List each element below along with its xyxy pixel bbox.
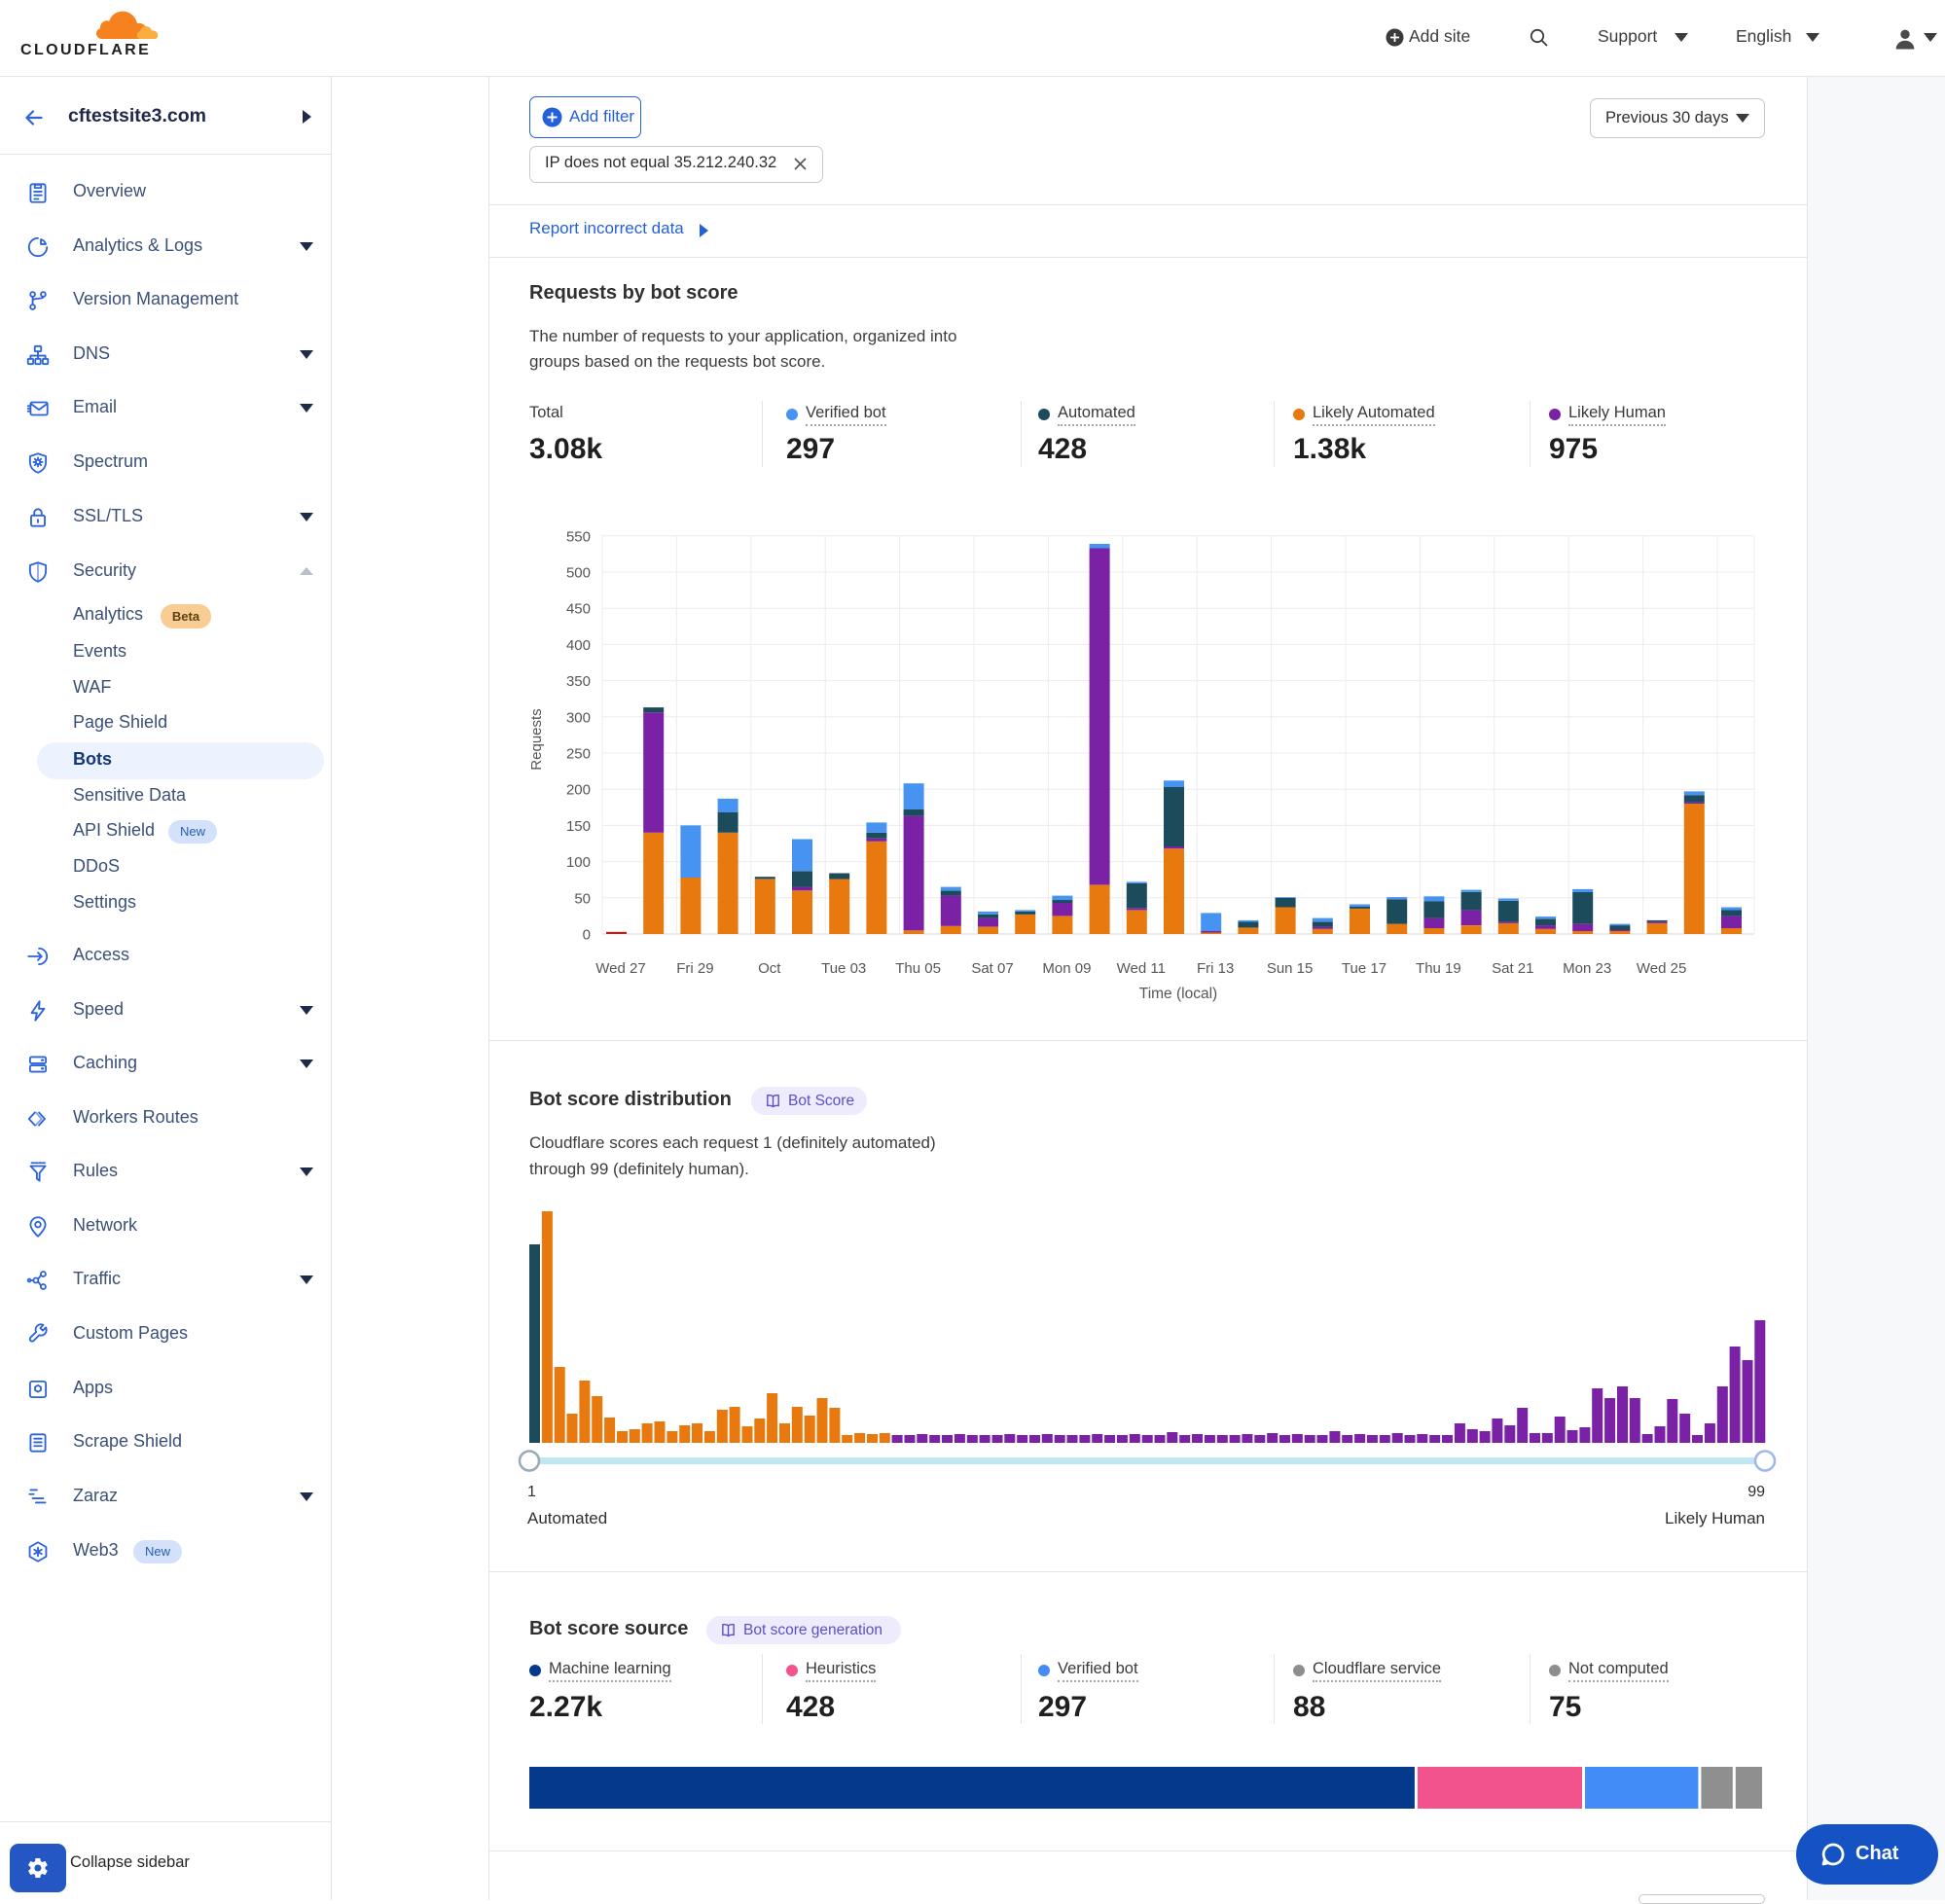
svg-text:200: 200 bbox=[566, 782, 591, 799]
svg-text:Thu 05: Thu 05 bbox=[895, 960, 941, 977]
svg-text:450: 450 bbox=[566, 601, 591, 618]
svg-text:400: 400 bbox=[566, 637, 591, 654]
svg-text:0: 0 bbox=[583, 927, 591, 944]
svg-text:1: 1 bbox=[527, 1484, 536, 1500]
svg-text:500: 500 bbox=[566, 565, 591, 582]
svg-text:Thu 19: Thu 19 bbox=[1416, 960, 1461, 977]
svg-text:100: 100 bbox=[566, 854, 591, 871]
svg-text:Fri 29: Fri 29 bbox=[676, 960, 713, 977]
svg-text:300: 300 bbox=[566, 709, 591, 726]
svg-text:Time (local): Time (local) bbox=[1139, 986, 1217, 1002]
svg-text:Fri 13: Fri 13 bbox=[1197, 960, 1234, 977]
svg-text:Wed 11: Wed 11 bbox=[1117, 960, 1166, 977]
svg-text:Likely Human: Likely Human bbox=[1665, 1509, 1765, 1527]
svg-text:Mon 09: Mon 09 bbox=[1042, 960, 1091, 977]
svg-text:Tue 03: Tue 03 bbox=[821, 960, 866, 977]
svg-text:99: 99 bbox=[1747, 1484, 1765, 1500]
svg-text:Oct: Oct bbox=[758, 960, 781, 977]
svg-text:150: 150 bbox=[566, 818, 591, 835]
svg-text:Sat 07: Sat 07 bbox=[971, 960, 1013, 977]
svg-text:Wed 27: Wed 27 bbox=[595, 960, 645, 977]
svg-text:Requests: Requests bbox=[528, 708, 545, 770]
svg-text:550: 550 bbox=[566, 528, 591, 545]
svg-text:Sat 21: Sat 21 bbox=[1492, 960, 1533, 977]
svg-text:Automated: Automated bbox=[527, 1509, 607, 1527]
svg-text:Sun 15: Sun 15 bbox=[1267, 960, 1314, 977]
svg-text:Wed 25: Wed 25 bbox=[1637, 960, 1686, 977]
svg-text:Tue 17: Tue 17 bbox=[1342, 960, 1387, 977]
svg-text:50: 50 bbox=[574, 890, 591, 907]
svg-text:250: 250 bbox=[566, 746, 591, 763]
svg-text:350: 350 bbox=[566, 673, 591, 690]
svg-text:Mon 23: Mon 23 bbox=[1563, 960, 1611, 977]
